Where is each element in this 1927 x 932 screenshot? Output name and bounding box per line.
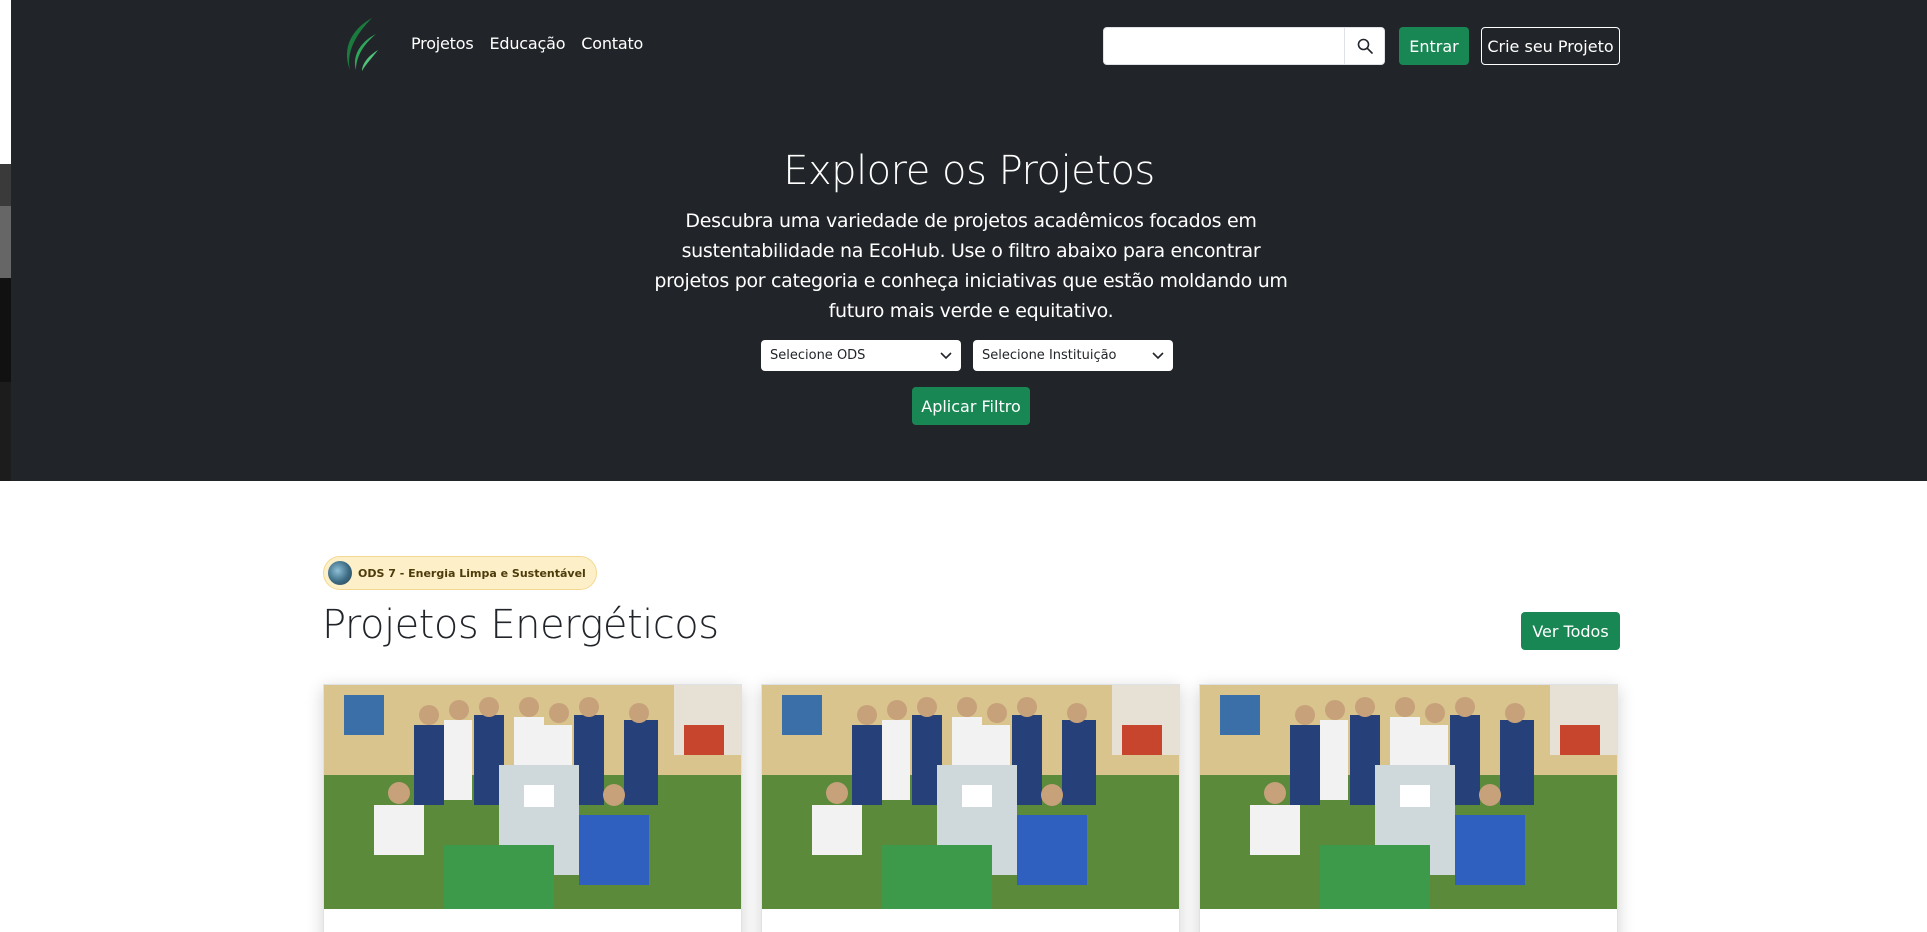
- window-edge: [0, 0, 11, 932]
- project-photo: [1200, 685, 1617, 909]
- chevron-down-icon: [940, 351, 952, 359]
- nav-link-contato[interactable]: Contato: [581, 34, 643, 53]
- ods-select-value: Selecione ODS: [770, 348, 866, 363]
- nav-link-projetos[interactable]: Projetos: [411, 34, 474, 53]
- project-card[interactable]: [1199, 684, 1618, 932]
- project-card[interactable]: [761, 684, 1180, 932]
- search-button[interactable]: [1344, 28, 1384, 64]
- chevron-down-icon: [1152, 351, 1164, 359]
- ods-badge-label: ODS 7 - Energia Limpa e Sustentável: [358, 566, 586, 580]
- ver-todos-button[interactable]: Ver Todos: [1521, 612, 1620, 650]
- section-title: Projetos Energéticos: [322, 602, 719, 648]
- project-photo: [324, 685, 741, 909]
- ods-select[interactable]: Selecione ODS: [761, 340, 961, 371]
- crie-projeto-button[interactable]: Crie seu Projeto: [1481, 27, 1620, 65]
- nav-link-educacao[interactable]: Educação: [489, 34, 565, 53]
- hero-description: Descubra uma variedade de projetos acadê…: [654, 210, 1288, 322]
- entrar-button[interactable]: Entrar: [1399, 27, 1469, 65]
- ods-badge: ODS 7 - Energia Limpa e Sustentável: [323, 556, 597, 590]
- search-input[interactable]: [1104, 28, 1344, 64]
- aplicar-filtro-button[interactable]: Aplicar Filtro: [912, 387, 1030, 425]
- project-photo: [762, 685, 1179, 909]
- page-title: Explore os Projetos: [783, 148, 1155, 194]
- nav-links: Projetos Educação Contato: [411, 34, 643, 53]
- instituicao-select-value: Selecione Instituição: [982, 348, 1117, 363]
- search-box: [1103, 27, 1385, 65]
- instituicao-select[interactable]: Selecione Instituição: [973, 340, 1173, 371]
- navbar: Projetos Educação Contato Entrar Crie se…: [330, 0, 1620, 92]
- search-icon: [1357, 38, 1373, 54]
- ods-7-icon: [328, 561, 352, 585]
- leaf-logo-icon[interactable]: [338, 16, 380, 72]
- project-card[interactable]: [323, 684, 742, 932]
